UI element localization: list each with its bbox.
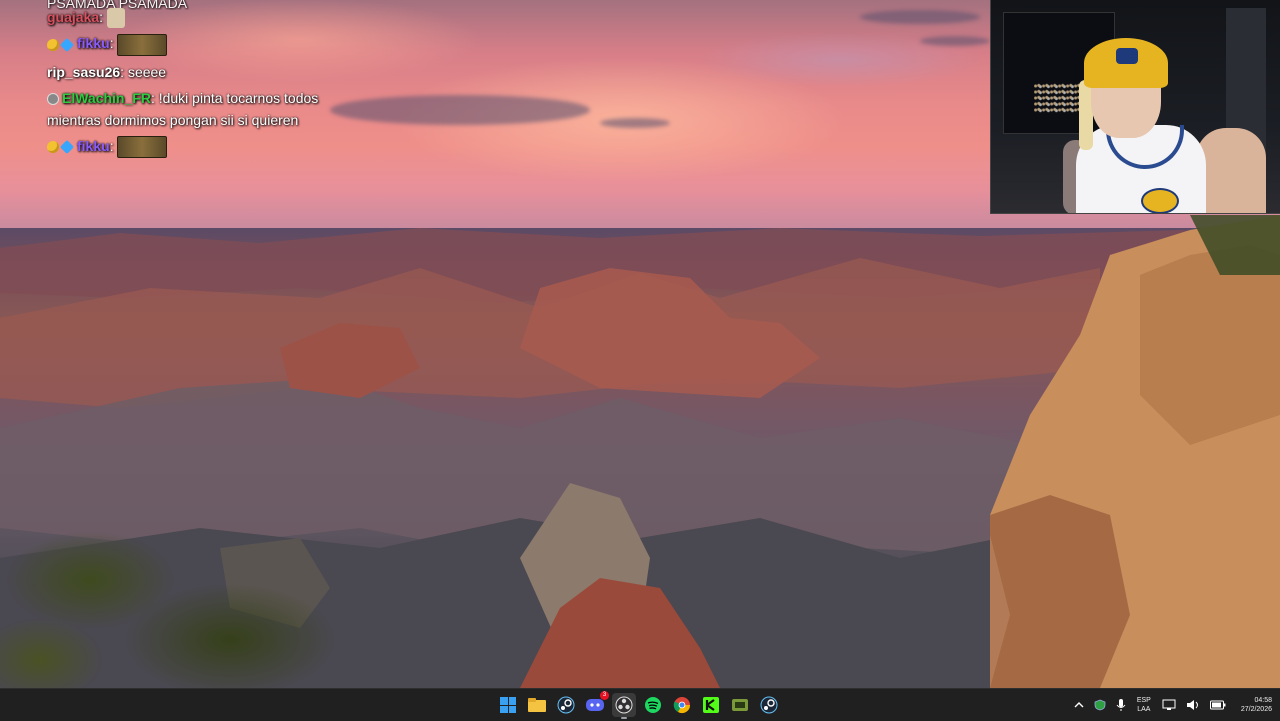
webcam-overlay xyxy=(990,0,1280,214)
microphone-icon[interactable] xyxy=(1116,698,1126,712)
chat-username[interactable]: guajaka xyxy=(47,9,99,25)
emote-icon xyxy=(116,33,167,56)
steam-icon-2[interactable] xyxy=(757,693,781,717)
badge-icon xyxy=(47,92,59,105)
notification-badge: 3 xyxy=(600,691,609,700)
file-explorer-icon[interactable] xyxy=(525,693,549,717)
chat-message: fikku: xyxy=(47,135,347,158)
battery-icon[interactable] xyxy=(1209,700,1226,710)
stream-chat: PSAMADA PSAMADA guajaka: fikku: rip_sasu… xyxy=(47,0,347,158)
chat-username[interactable]: fikku xyxy=(77,138,110,154)
language-indicator[interactable]: ESP LAA xyxy=(1137,696,1151,714)
kick-icon[interactable] xyxy=(699,693,723,717)
canyon-cliff xyxy=(990,215,1280,688)
chat-message: rip_sasu26: seeee xyxy=(47,63,167,80)
chrome-icon[interactable] xyxy=(670,693,694,717)
chat-message: guajaka: xyxy=(47,6,347,29)
volume-icon[interactable] xyxy=(1186,699,1200,711)
badge-icon xyxy=(47,38,59,51)
chat-message: ElWachin_FR: !duki pinta tocarnos todos … xyxy=(47,89,319,128)
network-icon[interactable] xyxy=(1162,699,1176,711)
badge-icon xyxy=(59,37,75,52)
chevron-up-icon[interactable] xyxy=(1074,701,1084,709)
chat-username[interactable]: rip_sasu26 xyxy=(47,64,120,80)
chat-username[interactable]: ElWachin_FR xyxy=(62,90,151,106)
taskbar-apps: 3 xyxy=(496,691,781,719)
system-tray: ESP LAA 04:58 27/2/2026 xyxy=(1069,689,1280,721)
clock[interactable]: 04:58 27/2/2026 xyxy=(1241,696,1272,714)
steam-icon[interactable] xyxy=(554,693,578,717)
chat-message: fikku: xyxy=(47,32,347,56)
taskbar: 3 ESP LAA 04:58 27/2/2026 xyxy=(0,688,1280,721)
pine-tree xyxy=(0,500,390,688)
emote-icon xyxy=(116,135,167,158)
chat-text: seeee xyxy=(124,63,167,80)
badge-icon xyxy=(59,139,75,154)
start-icon[interactable] xyxy=(496,693,520,717)
jersey-logo xyxy=(1141,188,1179,213)
chat-username[interactable]: fikku xyxy=(77,35,110,51)
spotify-icon[interactable] xyxy=(641,693,665,717)
game-launcher-icon[interactable] xyxy=(728,693,752,717)
emote-icon xyxy=(107,8,126,29)
discord-icon[interactable]: 3 xyxy=(583,691,609,717)
badge-icon xyxy=(47,140,59,153)
obs-icon[interactable] xyxy=(612,693,636,719)
shield-icon[interactable] xyxy=(1094,699,1106,711)
